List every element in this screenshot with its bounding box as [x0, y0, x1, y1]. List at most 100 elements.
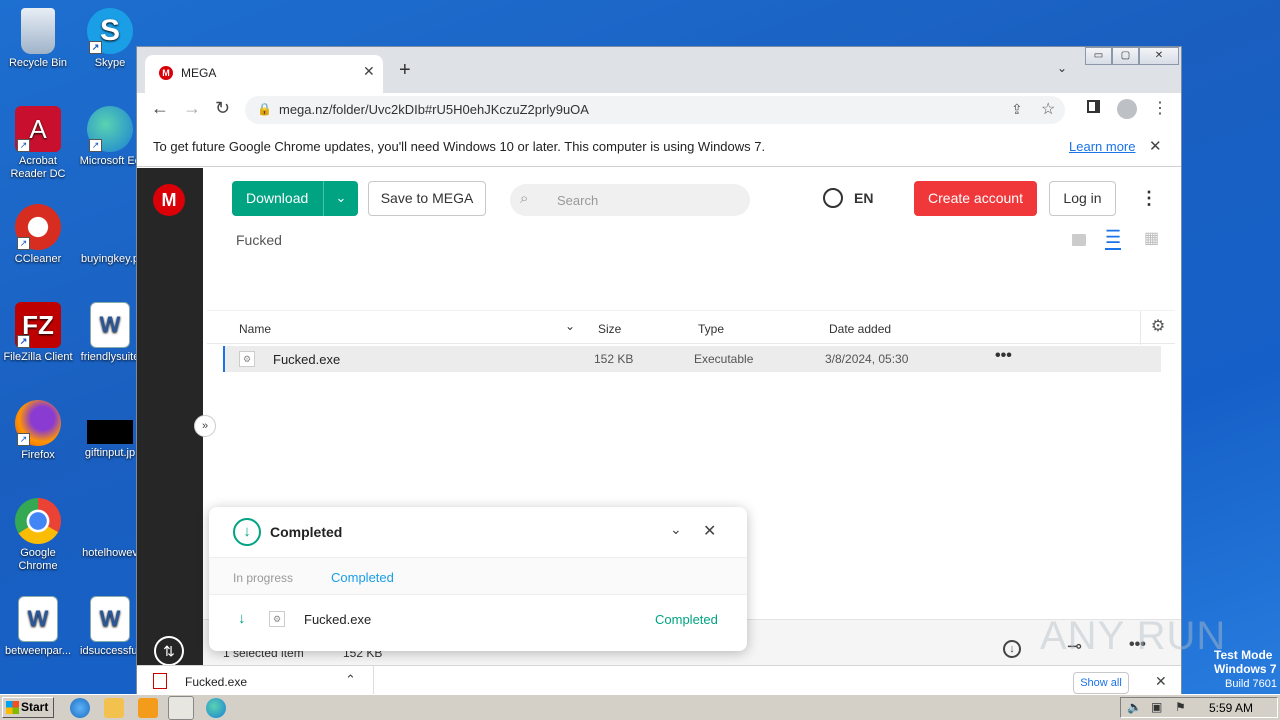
- globe-icon[interactable]: [823, 188, 843, 208]
- popup-close-icon[interactable]: ✕: [703, 521, 716, 541]
- desktop-icon-recycle-bin[interactable]: Recycle Bin: [0, 8, 76, 70]
- completed-circle-icon: ↓: [233, 518, 261, 546]
- popup-tabs: In progress Completed: [209, 557, 747, 595]
- column-header-type[interactable]: Type: [698, 322, 724, 336]
- table-header: Name ⌄ Size Type Date added ⚙: [207, 310, 1175, 345]
- volume-icon[interactable]: 🔈: [1127, 700, 1142, 714]
- download-circle-icon[interactable]: ↓: [1003, 640, 1021, 658]
- chrome-taskbar-icon[interactable]: [168, 696, 194, 720]
- column-header-date[interactable]: Date added: [829, 322, 891, 336]
- downloaded-file-name[interactable]: Fucked.exe: [185, 675, 247, 689]
- thumbnail-view-icon[interactable]: [1072, 234, 1086, 246]
- breadcrumb-folder[interactable]: Fucked: [236, 232, 282, 248]
- column-settings-gear-icon[interactable]: ⚙: [1140, 311, 1175, 345]
- desktop-icon-label: Google Chrome: [18, 547, 58, 572]
- file-type: Executable: [694, 352, 754, 366]
- create-account-button[interactable]: Create account: [914, 181, 1037, 216]
- desktop-icon-betweenpar[interactable]: W betweenpar...: [0, 596, 76, 658]
- sort-chevron-icon[interactable]: ⌄: [565, 319, 575, 333]
- exe-file-icon: ⚙: [239, 351, 255, 367]
- tab-completed[interactable]: Completed: [331, 570, 394, 585]
- exe-file-icon: ⚙: [269, 611, 285, 627]
- lock-icon: 🔒: [257, 102, 272, 116]
- tab-close-icon[interactable]: ✕: [363, 63, 375, 80]
- row-more-icon[interactable]: •••: [995, 347, 1012, 365]
- tab-search-chevron-icon[interactable]: ⌄: [1057, 61, 1067, 75]
- transfer-item-status: Completed: [655, 612, 718, 627]
- close-button[interactable]: ✕: [1139, 47, 1179, 65]
- download-dropdown-chevron-icon[interactable]: ⌄: [323, 181, 358, 216]
- transfer-manager-icon[interactable]: ⇅: [154, 636, 184, 666]
- start-button[interactable]: Start: [2, 697, 54, 718]
- shelf-close-icon[interactable]: ✕: [1155, 673, 1167, 690]
- skype-icon: S ↗: [87, 8, 133, 54]
- grid-view-icon[interactable]: ▦: [1144, 228, 1159, 248]
- browser-toolbar: ← → ↻ 🔒 mega.nz/folder/Uvc2kDIb#rU5H0ehJ…: [137, 93, 1181, 127]
- learn-more-link[interactable]: Learn more: [1069, 139, 1135, 154]
- edge-taskbar-icon[interactable]: [206, 698, 226, 718]
- desktop-icon-label: buyingkey.p: [81, 253, 139, 265]
- tab-strip: M MEGA ✕ + ⌄ ▭ ▢ ✕: [137, 47, 1181, 93]
- shelf-divider: [373, 666, 374, 696]
- start-label: Start: [21, 700, 49, 714]
- forward-arrow-icon[interactable]: →: [183, 98, 201, 119]
- ie-icon[interactable]: [70, 698, 90, 718]
- search-box[interactable]: ⌕ Search: [510, 184, 750, 216]
- language-label[interactable]: EN: [854, 190, 873, 206]
- save-to-mega-button[interactable]: Save to MEGA: [368, 181, 486, 216]
- maximize-button[interactable]: ▢: [1112, 47, 1139, 65]
- address-bar[interactable]: 🔒 mega.nz/folder/Uvc2kDIb#rU5H0ehJKczuZ2…: [245, 96, 1065, 124]
- tab-in-progress[interactable]: In progress: [233, 571, 293, 585]
- browser-window: M MEGA ✕ + ⌄ ▭ ▢ ✕ ← → ↻ 🔒 mega.nz/folde…: [136, 46, 1182, 696]
- search-input[interactable]: Search: [557, 193, 598, 208]
- media-player-icon[interactable]: [138, 698, 158, 718]
- back-arrow-icon[interactable]: ←: [151, 98, 169, 119]
- more-options-kebab-icon[interactable]: ⋮: [1140, 188, 1158, 209]
- desktop-icon-label: betweenpar...: [4, 645, 72, 657]
- edge-icon: ↗: [87, 106, 133, 152]
- desktop-icon-chrome[interactable]: Google Chrome: [0, 498, 76, 573]
- infobar-close-icon[interactable]: ✕: [1149, 137, 1162, 155]
- watermark-brand: ANY RUN: [1040, 614, 1227, 658]
- table-row[interactable]: ⚙ Fucked.exe 152 KB Executable 3/8/2024,…: [223, 346, 1161, 372]
- image-file-icon: [87, 420, 133, 444]
- watermark-line1: Test Mode: [1214, 648, 1273, 662]
- side-panel-icon[interactable]: [1087, 100, 1100, 113]
- word-doc-icon: W: [90, 596, 130, 642]
- popup-collapse-chevron-icon[interactable]: ⌄: [670, 521, 682, 538]
- file-size: 152 KB: [594, 352, 634, 366]
- desktop-icon-ccleaner[interactable]: ↗ CCleaner: [0, 204, 76, 266]
- show-all-button[interactable]: Show all: [1073, 672, 1129, 694]
- column-header-name[interactable]: Name: [239, 322, 271, 336]
- blank-file-icon: [87, 204, 133, 250]
- mega-sidebar: M ⇅: [137, 168, 203, 666]
- profile-avatar-icon[interactable]: [1117, 99, 1137, 119]
- system-tray: 🔈 ▣ ⚑ 5:59 AM: [1120, 697, 1278, 718]
- list-view-icon[interactable]: ☰: [1105, 226, 1122, 250]
- explorer-folder-icon[interactable]: [104, 698, 124, 718]
- desktop-icon-filezilla[interactable]: FZ ↗ FileZilla Client: [0, 302, 76, 364]
- desktop-icon-firefox[interactable]: ↗ Firefox: [0, 400, 76, 462]
- tab-mega[interactable]: M MEGA ✕: [145, 55, 383, 93]
- download-shelf: Fucked.exe ⌃ Show all ✕: [137, 665, 1181, 696]
- column-header-size[interactable]: Size: [598, 322, 621, 336]
- download-item-chevron-icon[interactable]: ⌃: [345, 672, 356, 688]
- desktop-icon-acrobat[interactable]: A ↗ Acrobat Reader DC: [0, 106, 76, 181]
- new-tab-button[interactable]: +: [399, 59, 411, 82]
- reload-icon[interactable]: ↻: [215, 98, 230, 119]
- download-button[interactable]: Download ⌄: [232, 181, 358, 216]
- share-icon[interactable]: ⇪: [1011, 101, 1023, 118]
- flag-icon[interactable]: ⚑: [1175, 700, 1186, 714]
- tab-title: MEGA: [181, 66, 217, 80]
- sidebar-expand-icon[interactable]: »: [194, 415, 216, 437]
- minimize-button[interactable]: ▭: [1085, 47, 1112, 65]
- bookmark-star-icon[interactable]: ☆: [1041, 99, 1055, 119]
- mega-logo-icon[interactable]: M: [153, 184, 185, 216]
- network-icon[interactable]: ▣: [1151, 700, 1162, 714]
- menu-kebab-icon[interactable]: ⋮: [1152, 98, 1168, 118]
- file-date: 3/8/2024, 05:30: [825, 352, 909, 366]
- login-button[interactable]: Log in: [1049, 181, 1116, 216]
- clock[interactable]: 5:59 AM: [1209, 701, 1253, 715]
- file-name: Fucked.exe: [273, 352, 341, 367]
- watermark-line3: Build 7601: [1225, 678, 1277, 690]
